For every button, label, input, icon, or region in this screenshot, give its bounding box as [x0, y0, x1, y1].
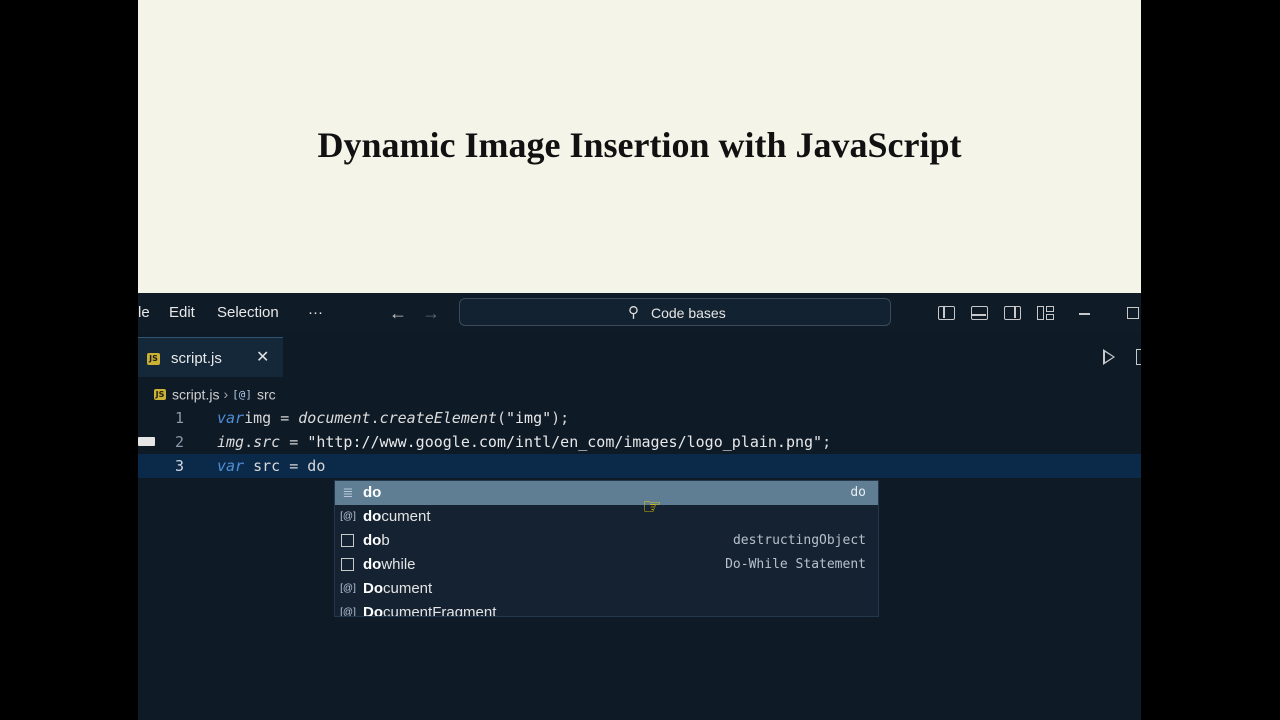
- suggestion-item[interactable]: [@] document: [335, 505, 878, 529]
- code-line[interactable]: 2 img.src = "http://www.google.com/intl/e…: [138, 430, 1141, 454]
- code-token: "http://www.google.com/intl/en_com/image…: [307, 433, 823, 451]
- suggestion-rest: b: [381, 532, 390, 549]
- tab-label: script.js: [171, 350, 222, 367]
- code-token: document: [298, 409, 371, 427]
- variable-icon: [@]: [340, 607, 356, 617]
- suggestion-item[interactable]: dowhile Do-While Statement: [335, 553, 878, 577]
- chevron-right-icon: ›: [223, 386, 229, 403]
- variable-icon: [@]: [340, 511, 356, 522]
- suggestion-item[interactable]: [@] DocumentFragment: [335, 601, 878, 617]
- code-token: src = do: [244, 457, 326, 475]
- snippet-icon: [341, 534, 354, 547]
- suggestion-label: dowhile: [363, 553, 416, 577]
- code-text: varimg = document.createElement("img");: [217, 406, 569, 430]
- suggestion-item[interactable]: ≣ do do: [335, 481, 878, 505]
- code-editor: le Edit Selection ··· ← → ⚲ Code bases J…: [138, 293, 1141, 720]
- tab-bar: JS script.js ✕: [138, 333, 1141, 383]
- menu-file[interactable]: le: [138, 304, 150, 321]
- line-number: 1: [174, 409, 184, 427]
- code-token: "img": [506, 409, 552, 427]
- run-icon[interactable]: [1103, 349, 1115, 365]
- code-text: var src = do: [217, 454, 325, 478]
- suggestion-match: do: [363, 484, 382, 501]
- js-file-icon: JS: [154, 388, 166, 400]
- js-file-icon: JS: [147, 353, 160, 365]
- code-token: var: [217, 409, 245, 427]
- suggestion-label: do: [363, 481, 381, 505]
- variable-symbol-icon: [@]: [232, 387, 252, 401]
- split-editor-icon[interactable]: [1136, 349, 1141, 365]
- suggestion-detail: do: [850, 485, 866, 500]
- suggestion-rest: cument: [383, 580, 433, 597]
- menu-selection[interactable]: Selection: [217, 304, 279, 321]
- code-line[interactable]: 3 var src = do: [138, 454, 1141, 478]
- breadcrumb-file[interactable]: script.js: [172, 386, 219, 402]
- code-token: createElement: [379, 409, 497, 427]
- line-number: 2: [174, 433, 184, 451]
- code-token: .: [370, 409, 380, 427]
- maximize-icon[interactable]: [1127, 307, 1139, 319]
- toggle-primary-sidebar-icon[interactable]: [938, 306, 955, 320]
- suggestion-match: do: [363, 508, 382, 525]
- suggestion-widget: ≣ do do [@] document dob destructingObject dowh…: [334, 480, 879, 617]
- suggestion-match: do: [363, 532, 382, 549]
- snippet-icon: [341, 558, 354, 571]
- code-text: img.src = "http://www.google.com/intl/en…: [217, 430, 831, 454]
- code-token: .: [244, 433, 254, 451]
- command-center-search[interactable]: ⚲ Code bases: [459, 298, 891, 326]
- code-token: src: [253, 433, 281, 451]
- suggestion-item[interactable]: [@] Document: [335, 577, 878, 601]
- minimize-icon[interactable]: [1079, 313, 1090, 315]
- suggestion-match: do: [363, 556, 382, 573]
- suggestion-rest: cumentFragment: [383, 604, 497, 617]
- suggestion-rest: cument: [381, 508, 431, 525]
- suggestion-item[interactable]: dob destructingObject: [335, 529, 878, 553]
- breadcrumb-symbol[interactable]: src: [257, 386, 276, 402]
- tab-script-js[interactable]: JS script.js ✕: [138, 337, 283, 377]
- suggestion-detail: Do-While Statement: [725, 557, 866, 572]
- browser-preview: Dynamic Image Insertion with JavaScript: [138, 0, 1141, 293]
- suggestion-match: Do: [363, 580, 383, 597]
- keyword-icon: ≣: [342, 485, 354, 500]
- variable-icon: [@]: [340, 583, 356, 594]
- suggestion-label: dob: [363, 529, 390, 553]
- gutter-marker: [138, 437, 155, 446]
- menu-edit[interactable]: Edit: [169, 304, 195, 321]
- code-token: img =: [244, 409, 299, 427]
- suggestion-label: DocumentFragment: [363, 601, 497, 617]
- code-token: var: [217, 457, 245, 475]
- back-arrow-icon[interactable]: ←: [389, 304, 407, 322]
- suggestion-rest: while: [381, 556, 416, 573]
- forward-arrow-icon[interactable]: →: [422, 304, 440, 322]
- code-token: ;: [822, 433, 832, 451]
- title-bar: le Edit Selection ··· ← → ⚲ Code bases: [138, 293, 1141, 333]
- suggestion-label: Document: [363, 577, 432, 601]
- toggle-panel-icon[interactable]: [971, 306, 988, 320]
- code-token: img: [217, 433, 245, 451]
- search-icon: ⚲: [628, 304, 639, 321]
- code-line[interactable]: 1 varimg = document.createElement("img");: [138, 406, 1141, 430]
- more-menu-icon[interactable]: ···: [308, 304, 323, 321]
- close-icon[interactable]: ✕: [256, 347, 269, 367]
- page-heading: Dynamic Image Insertion with JavaScript: [317, 125, 962, 165]
- code-token: (: [496, 409, 506, 427]
- search-label: Code bases: [651, 305, 726, 321]
- hand-pointer-icon: ☞: [642, 494, 662, 519]
- code-token: =: [280, 433, 308, 451]
- suggestion-label: document: [363, 505, 431, 529]
- toggle-secondary-sidebar-icon[interactable]: [1004, 306, 1021, 320]
- breadcrumb: JS script.js › [@] src: [154, 385, 276, 405]
- suggestion-detail: destructingObject: [732, 533, 866, 548]
- code-token: );: [551, 409, 570, 427]
- screen: Dynamic Image Insertion with JavaScript …: [138, 0, 1141, 720]
- customize-layout-icon[interactable]: [1037, 306, 1054, 320]
- line-number: 3: [174, 457, 184, 475]
- suggestion-match: Do: [363, 604, 383, 617]
